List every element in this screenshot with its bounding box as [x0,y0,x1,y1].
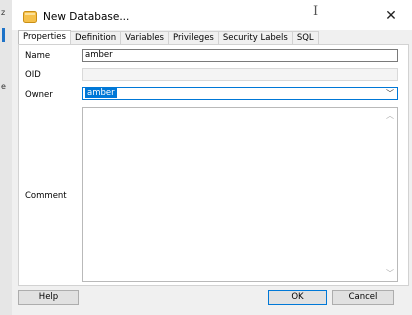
close-icon[interactable]: ✕ [381,8,401,24]
background-text-fragment: z [1,8,6,17]
background-accent-bar [2,28,5,42]
owner-select[interactable]: amber ﹀ [82,87,398,100]
comment-textarea[interactable]: ︿ ﹀ [82,107,398,282]
ok-button[interactable]: OK [268,290,327,305]
chevron-down-icon[interactable]: ﹀ [386,88,394,99]
oid-label: OID [25,70,41,80]
dialog-title: New Database... [43,11,130,23]
tab-properties[interactable]: Properties [18,30,71,44]
tab-privileges[interactable]: Privileges [167,31,219,44]
scroll-down-icon[interactable]: ﹀ [386,268,394,279]
comment-label: Comment [25,191,67,201]
name-label: Name [25,51,51,61]
new-database-dialog: New Database... I ✕ Properties Definitio… [12,0,412,315]
owner-label: Owner [25,90,53,100]
tab-sql[interactable]: SQL [291,31,319,44]
database-icon [23,11,37,23]
owner-selected-value: amber [85,88,117,98]
properties-panel: Name amber OID Owner amber ﹀ Comment ︿ ﹀ [18,44,409,286]
help-button[interactable]: Help [18,290,79,305]
tab-variables[interactable]: Variables [120,31,169,44]
tab-bar: Properties Definition Variables Privileg… [18,30,319,45]
tab-definition[interactable]: Definition [69,31,122,44]
cancel-button[interactable]: Cancel [332,290,394,305]
title-bar: New Database... I ✕ [12,0,412,30]
name-input[interactable]: amber [82,49,398,62]
oid-input [82,68,398,81]
text-cursor-icon: I [313,4,319,19]
tab-security-labels[interactable]: Security Labels [217,31,293,44]
scroll-up-icon[interactable]: ︿ [386,110,394,121]
background-text-fragment: e [1,82,6,91]
